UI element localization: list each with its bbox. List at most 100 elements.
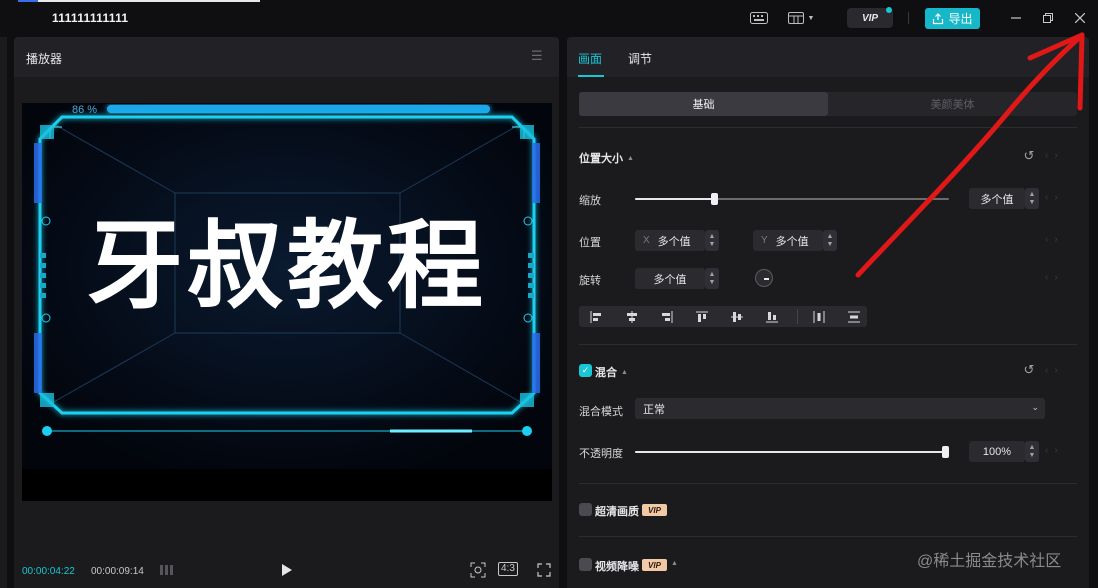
restore-icon[interactable] bbox=[1040, 10, 1056, 26]
alignment-toolbar bbox=[579, 306, 867, 327]
reset-icon[interactable]: ↺ bbox=[1022, 362, 1036, 377]
align-bottom-icon[interactable] bbox=[763, 308, 781, 325]
reset-icon[interactable]: ↺ bbox=[1022, 148, 1036, 163]
collapse-icon: ▲ bbox=[621, 368, 628, 376]
export-icon bbox=[933, 12, 944, 24]
keyframe-nav-icon: ‹› bbox=[1045, 192, 1064, 203]
player-panel: 播放器 ☰ 86 % 牙叔教程 00:00:04:22 00:00:09:14 … bbox=[14, 37, 559, 588]
align-center-v-icon[interactable] bbox=[728, 308, 746, 325]
close-icon[interactable] bbox=[1072, 10, 1088, 26]
opacity-value-field[interactable]: 100% bbox=[969, 441, 1025, 462]
inspector-panel: 画面 调节 基础 美颜美体 位置大小 ▲ ↺ ‹› 缩放 多个值 ▲ ▼ ‹› 位… bbox=[567, 37, 1089, 588]
denoise-title[interactable]: 视频降噪 bbox=[595, 558, 639, 574]
position-x-field[interactable]: X 多个值 bbox=[635, 230, 705, 251]
play-icon bbox=[282, 564, 292, 576]
position-size-title[interactable]: 位置大小 ▲ bbox=[579, 150, 634, 166]
rotation-field[interactable]: 多个值 bbox=[635, 268, 705, 289]
position-y-stepper[interactable]: ▲ ▼ bbox=[823, 230, 837, 251]
divider bbox=[579, 483, 1077, 484]
layout-menu-icon[interactable]: ▼ bbox=[785, 10, 817, 26]
tab-canvas[interactable]: 画面 bbox=[578, 50, 602, 67]
opacity-stepper[interactable]: ▲ ▼ bbox=[1025, 441, 1039, 462]
keyframe-nav-icon: ‹› bbox=[1045, 234, 1064, 245]
align-top-icon[interactable] bbox=[693, 308, 711, 325]
player-header: 播放器 ☰ bbox=[14, 37, 559, 77]
divider bbox=[579, 127, 1077, 128]
position-y-field[interactable]: Y 多个值 bbox=[753, 230, 823, 251]
current-time: 00:00:04:22 bbox=[22, 566, 75, 577]
blend-mode-value: 正常 bbox=[643, 403, 665, 416]
chevron-down-icon: ⌄ bbox=[1031, 402, 1039, 412]
scale-slider-handle[interactable] bbox=[711, 193, 718, 205]
title-bar: 111111111111 ▼ VIP 导出 bbox=[0, 0, 1098, 36]
x-prefix: X bbox=[643, 235, 650, 246]
inspector-header: 画面 调节 bbox=[567, 37, 1089, 77]
denoise-vip-tag: VIP bbox=[642, 559, 667, 571]
tab-adjust[interactable]: 调节 bbox=[628, 50, 652, 67]
active-tab-indicator bbox=[578, 75, 604, 77]
position-x-stepper[interactable]: ▲ ▼ bbox=[705, 230, 719, 251]
aspect-ratio-button[interactable]: 4:3 bbox=[498, 562, 518, 576]
divider bbox=[579, 536, 1077, 537]
hd-vip-tag: VIP bbox=[642, 504, 667, 516]
project-name[interactable]: 111111111111 bbox=[52, 11, 128, 25]
y-prefix: Y bbox=[761, 235, 768, 246]
position-x-value: 多个值 bbox=[657, 235, 691, 248]
divider bbox=[908, 12, 909, 24]
rotation-label: 旋转 bbox=[579, 275, 601, 287]
export-label: 导出 bbox=[948, 12, 973, 26]
collapse-icon: ▲ bbox=[627, 154, 634, 162]
opacity-slider[interactable] bbox=[635, 446, 949, 458]
keyframe-nav-icon: ‹› bbox=[1045, 272, 1064, 283]
notification-dot bbox=[886, 7, 892, 13]
fullscreen-icon[interactable] bbox=[536, 562, 552, 578]
preview-progress-text: 86 % bbox=[72, 104, 97, 116]
divider bbox=[797, 309, 798, 324]
loading-bar bbox=[38, 0, 260, 2]
scale-slider[interactable] bbox=[635, 193, 949, 205]
timeline-list-icon[interactable] bbox=[160, 564, 176, 576]
hd-title[interactable]: 超清画质 bbox=[595, 503, 639, 519]
segment-basic[interactable]: 基础 bbox=[579, 92, 828, 116]
scale-slider-fill bbox=[635, 198, 714, 200]
scale-label: 缩放 bbox=[579, 195, 601, 207]
opacity-slider-handle[interactable] bbox=[942, 446, 949, 458]
watermark: @稀土掘金技术社区 bbox=[917, 553, 1062, 570]
chevron-down-icon: ▼ bbox=[807, 14, 815, 22]
blend-label: 混合 bbox=[595, 367, 617, 379]
total-time: 00:00:09:14 bbox=[91, 566, 144, 577]
zoom-fit-icon[interactable] bbox=[469, 562, 487, 578]
position-y-value: 多个值 bbox=[775, 235, 809, 248]
keyframe-nav-icon: ‹› bbox=[1045, 445, 1064, 456]
blend-title[interactable]: 混合 ▲ bbox=[595, 364, 628, 380]
rotation-dial[interactable] bbox=[755, 269, 773, 287]
collapse-icon: ▲ bbox=[671, 560, 678, 567]
export-button[interactable]: 导出 bbox=[925, 8, 980, 29]
blend-checkbox[interactable]: ✓ bbox=[579, 364, 592, 377]
menu-icon[interactable]: ☰ bbox=[531, 49, 545, 62]
divider bbox=[579, 344, 1077, 345]
blend-mode-select[interactable]: 正常 ⌄ bbox=[635, 398, 1045, 419]
segment-control: 基础 美颜美体 bbox=[579, 92, 1077, 116]
position-label: 位置 bbox=[579, 237, 601, 249]
distribute-horizontal-icon[interactable] bbox=[810, 308, 828, 325]
scale-value-field[interactable]: 多个值 bbox=[969, 188, 1025, 209]
video-preview[interactable]: 86 % 牙叔教程 bbox=[22, 103, 552, 501]
align-right-icon[interactable] bbox=[658, 308, 676, 325]
position-size-label: 位置大小 bbox=[579, 153, 623, 165]
blend-mode-label: 混合模式 bbox=[579, 406, 623, 418]
denoise-checkbox[interactable] bbox=[579, 558, 592, 571]
minimize-icon[interactable] bbox=[1008, 10, 1024, 26]
left-panel-edge bbox=[0, 37, 7, 588]
distribute-vertical-icon[interactable] bbox=[845, 308, 863, 325]
player-title: 播放器 bbox=[26, 52, 63, 66]
align-center-h-icon[interactable] bbox=[623, 308, 641, 325]
hd-checkbox[interactable] bbox=[579, 503, 592, 516]
keyframe-nav-icon: ‹› bbox=[1045, 150, 1064, 161]
segment-beauty[interactable]: 美颜美体 bbox=[828, 92, 1077, 116]
align-left-icon[interactable] bbox=[587, 308, 605, 325]
keyboard-shortcut-icon[interactable] bbox=[750, 10, 768, 26]
play-button[interactable] bbox=[281, 563, 293, 577]
scale-stepper[interactable]: ▲ ▼ bbox=[1025, 188, 1039, 209]
rotation-stepper[interactable]: ▲ ▼ bbox=[705, 268, 719, 289]
